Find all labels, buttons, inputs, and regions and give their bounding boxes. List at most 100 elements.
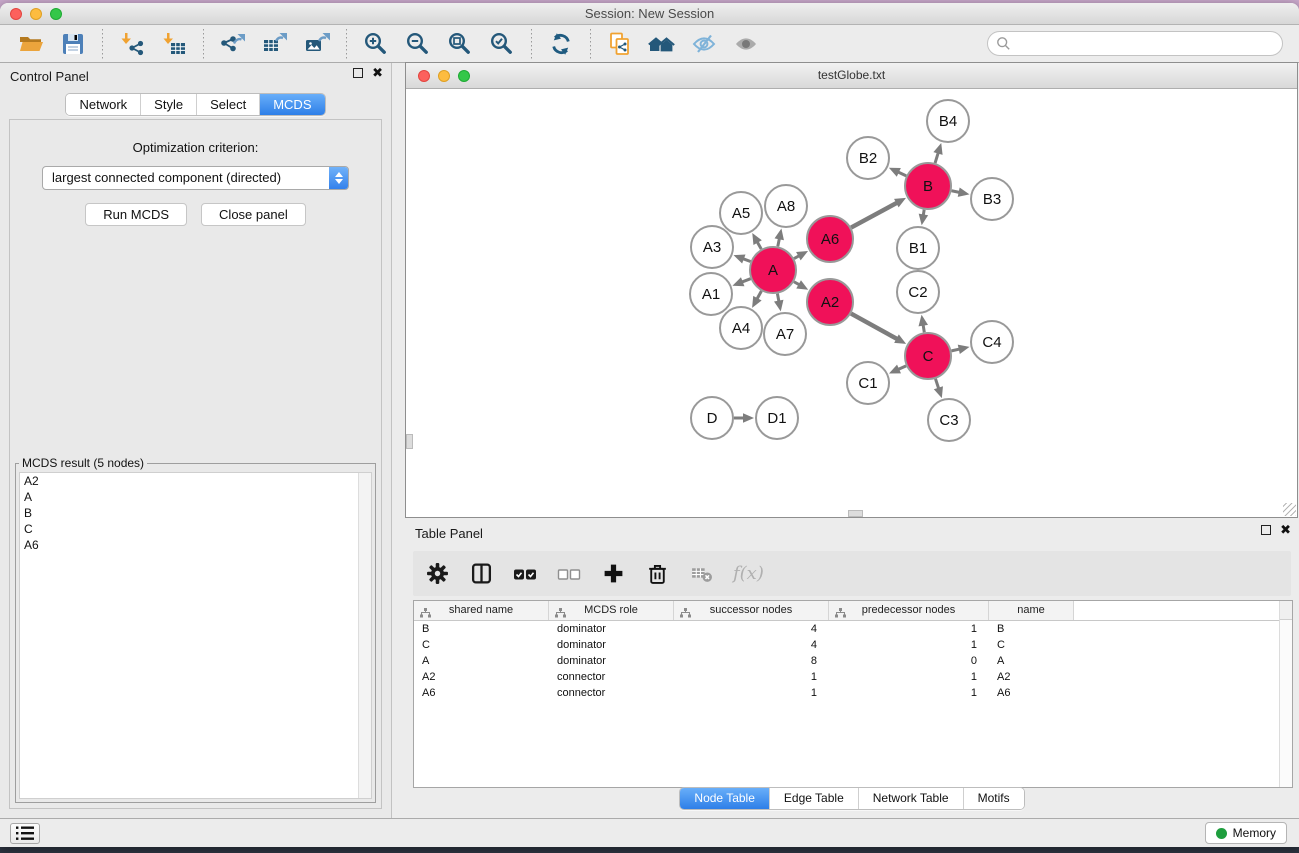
graph-edge-arrowhead [775, 229, 784, 241]
mcds-result-title: MCDS result (5 nodes) [19, 456, 147, 470]
graph-edge-arrowhead [958, 188, 970, 197]
column-header-successor-nodes[interactable]: successor nodes [674, 601, 829, 620]
close-panel-button[interactable]: Close panel [201, 203, 306, 226]
graph-node-label: B2 [859, 150, 877, 167]
graph-edge-arrowhead [743, 413, 754, 423]
tab-style[interactable]: Style [140, 94, 196, 115]
table-row[interactable]: Bdominator41B [414, 621, 1292, 637]
task-history-button[interactable] [10, 823, 40, 844]
delete-column-button[interactable] [645, 562, 669, 586]
plus-icon [602, 562, 625, 585]
node-table: shared name MCDS role successor nodes pr… [413, 600, 1293, 788]
eye-icon [733, 31, 759, 57]
show-eye-button[interactable] [725, 28, 767, 60]
status-bar: Memory [0, 818, 1299, 847]
zoom-in-button[interactable] [355, 28, 397, 60]
window-resize-grip[interactable] [1283, 503, 1296, 516]
network-window-titlebar[interactable]: testGlobe.txt [406, 63, 1297, 89]
network-zoom-button[interactable] [458, 70, 470, 82]
delete-table-button[interactable] [689, 562, 713, 586]
graph-edge-arrowhead [774, 300, 783, 312]
tab-select[interactable]: Select [196, 94, 259, 115]
float-panel-icon[interactable] [353, 68, 363, 78]
memory-label: Memory [1233, 826, 1276, 840]
refresh-view-button[interactable] [540, 28, 582, 60]
mcds-result-item[interactable]: A6 [20, 537, 371, 553]
import-table-button[interactable] [153, 28, 195, 60]
save-session-button[interactable] [52, 28, 94, 60]
function-builder-button[interactable]: f(x) [733, 563, 764, 584]
import-network-icon [119, 31, 145, 57]
mcds-result-item[interactable]: C [20, 521, 371, 537]
mcds-list-scrollbar[interactable] [358, 473, 371, 798]
open-session-button[interactable] [10, 28, 52, 60]
column-header-mcds-role[interactable]: MCDS role [549, 601, 674, 620]
table-cell: 1 [674, 669, 829, 685]
table-toolbar: f(x) [413, 551, 1291, 596]
memory-button[interactable]: Memory [1205, 822, 1287, 844]
hide-all-columns-button[interactable] [557, 562, 581, 586]
tab-edge-table[interactable]: Edge Table [769, 788, 858, 809]
close-panel-icon[interactable]: ✖ [372, 68, 383, 78]
graph-edge-arrowhead [934, 386, 943, 398]
tab-mcds[interactable]: MCDS [259, 94, 324, 115]
float-panel-icon[interactable] [1261, 525, 1271, 535]
tab-motifs[interactable]: Motifs [963, 788, 1024, 809]
delete-table-icon [690, 562, 713, 585]
table-row[interactable]: Cdominator41C [414, 637, 1292, 653]
network-canvas[interactable]: B4B2BB3B1A5A8A6A3AA1C2A2A4A7C4CC1C3DD1 [406, 89, 1297, 517]
duplicate-network-icon [607, 31, 633, 57]
zoom-selected-button[interactable] [481, 28, 523, 60]
column-header-shared-name[interactable]: shared name [414, 601, 549, 620]
export-table-button[interactable] [254, 28, 296, 60]
table-cell: A [414, 653, 549, 669]
home-icon [648, 31, 676, 57]
network-vertical-scroll-nub[interactable] [406, 434, 413, 449]
create-column-button[interactable] [601, 562, 625, 586]
graph-node-label: D [707, 410, 718, 427]
mcds-result-item[interactable]: A [20, 489, 371, 505]
import-network-button[interactable] [111, 28, 153, 60]
table-row[interactable]: Adominator80A [414, 653, 1292, 669]
search-input[interactable] [1011, 37, 1274, 51]
hide-panels-button[interactable] [683, 28, 725, 60]
table-row[interactable]: A2connector11A2 [414, 669, 1292, 685]
split-table-button[interactable] [469, 562, 493, 586]
table-cell: B [989, 621, 1074, 637]
run-mcds-button[interactable]: Run MCDS [85, 203, 187, 226]
network-close-button[interactable] [418, 70, 430, 82]
minimize-window-button[interactable] [30, 8, 42, 20]
graph-edge[interactable] [851, 314, 898, 340]
table-cell: dominator [549, 653, 674, 669]
close-panel-icon[interactable]: ✖ [1280, 525, 1291, 535]
graph-edge[interactable] [851, 202, 898, 227]
mcds-result-item[interactable]: A2 [20, 473, 371, 489]
column-header-name[interactable]: name [989, 601, 1074, 620]
export-network-button[interactable] [212, 28, 254, 60]
graph-edge-arrowhead [734, 255, 746, 264]
duplicate-network-button[interactable] [599, 28, 641, 60]
zoom-fit-button[interactable] [439, 28, 481, 60]
close-window-button[interactable] [10, 8, 22, 20]
criterion-dropdown[interactable]: largest connected component (directed) [42, 166, 349, 190]
export-image-button[interactable] [296, 28, 338, 60]
mcds-result-item[interactable]: B [20, 505, 371, 521]
table-row[interactable]: A6connector11A6 [414, 685, 1292, 701]
criterion-value: largest connected component (directed) [43, 167, 329, 189]
table-settings-button[interactable] [425, 562, 449, 586]
tab-network-table[interactable]: Network Table [858, 788, 963, 809]
zoom-window-button[interactable] [50, 8, 62, 20]
column-header-predecessor-nodes[interactable]: predecessor nodes [829, 601, 989, 620]
home-overview-button[interactable] [641, 28, 683, 60]
table-scrollbar[interactable] [1279, 601, 1292, 787]
tab-network[interactable]: Network [66, 94, 140, 115]
network-horizontal-scroll-nub[interactable] [848, 510, 863, 517]
show-all-columns-button[interactable] [513, 562, 537, 586]
zoom-out-button[interactable] [397, 28, 439, 60]
tab-node-table[interactable]: Node Table [680, 788, 769, 809]
dropdown-stepper-icon [329, 167, 348, 189]
network-minimize-button[interactable] [438, 70, 450, 82]
column-type-icon [835, 606, 846, 625]
search-field[interactable] [987, 31, 1283, 56]
graph-node-label: A [768, 262, 778, 279]
